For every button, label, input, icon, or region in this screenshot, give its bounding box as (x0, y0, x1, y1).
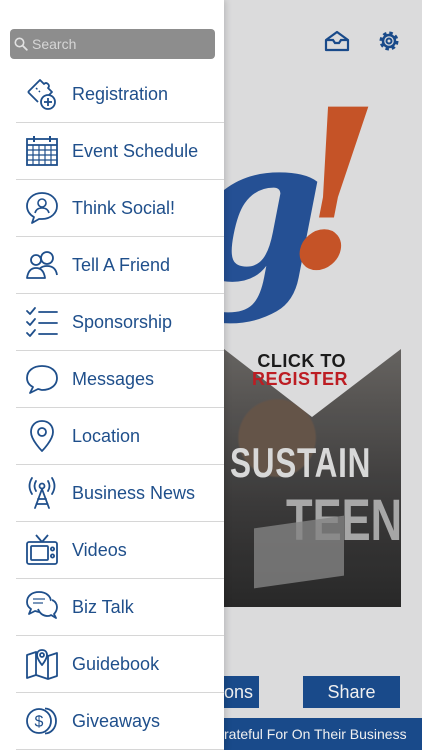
menu-label: Sponsorship (72, 311, 173, 332)
calendar-icon (22, 131, 62, 171)
menu-item-guidebook[interactable]: Guidebook (16, 636, 224, 693)
search-icon (10, 37, 32, 51)
menu-item-think-social[interactable]: Think Social! (16, 180, 224, 237)
menu-item-videos[interactable]: Videos (16, 522, 224, 579)
menu-item-registration[interactable]: Registration (16, 66, 224, 123)
checklist-icon (22, 302, 62, 342)
menu-item-event-schedule[interactable]: Event Schedule (16, 123, 224, 180)
promo-word1: SUSTAIN (230, 439, 372, 486)
map-pin-icon (22, 416, 62, 456)
menu-label: Guidebook (72, 653, 160, 674)
menu-label: Think Social! (72, 197, 176, 218)
promo-line2: REGISTER (251, 369, 348, 389)
menu-item-location[interactable]: Location (16, 408, 224, 465)
menu-label: Tell A Friend (72, 254, 171, 275)
speech-bubble-icon (22, 359, 62, 399)
coins-icon: $ (22, 701, 62, 741)
search-input[interactable] (32, 36, 202, 52)
side-drawer: Registration Event Schedule Think Social… (0, 0, 224, 750)
tv-icon (22, 530, 62, 570)
left-action-button[interactable]: ons (224, 676, 259, 708)
menu-item-biz-talk[interactable]: Biz Talk (16, 579, 224, 636)
top-toolbar (324, 28, 402, 54)
inbox-icon[interactable] (324, 28, 350, 54)
svg-text:$: $ (35, 714, 44, 731)
hero-logo: g! (184, 60, 381, 327)
menu-label: Messages (72, 368, 155, 389)
register-promo-banner[interactable]: CLICK TO REGISTER SUSTAIN TEEN (224, 347, 401, 607)
friends-icon (22, 245, 62, 285)
menu-label: Event Schedule (72, 140, 199, 161)
menu-label: Biz Talk (72, 596, 134, 617)
menu-item-tell-a-friend[interactable]: Tell A Friend (16, 237, 224, 294)
menu-item-giveaways[interactable]: $ Giveaways (16, 693, 224, 750)
share-button[interactable]: Share (303, 676, 400, 708)
conversation-icon (22, 587, 62, 627)
laptop-graphic (254, 515, 344, 589)
ticket-add-icon (22, 74, 62, 114)
menu-item-messages[interactable]: Messages (16, 351, 224, 408)
news-ticker: rateful For On Their Business (224, 718, 422, 750)
menu-label: Business News (72, 482, 196, 503)
drawer-menu: Registration Event Schedule Think Social… (16, 66, 224, 750)
broadcast-tower-icon (22, 473, 62, 513)
menu-item-business-news[interactable]: Business News (16, 465, 224, 522)
menu-label: Location (72, 425, 141, 446)
menu-item-sponsorship[interactable]: Sponsorship (16, 294, 224, 351)
search-bar[interactable] (10, 29, 215, 59)
map-guide-icon (22, 644, 62, 684)
chat-user-icon (22, 188, 62, 228)
gear-icon[interactable] (376, 28, 402, 54)
menu-label: Giveaways (72, 710, 161, 731)
menu-label: Registration (72, 83, 169, 104)
menu-label: Videos (72, 539, 127, 560)
